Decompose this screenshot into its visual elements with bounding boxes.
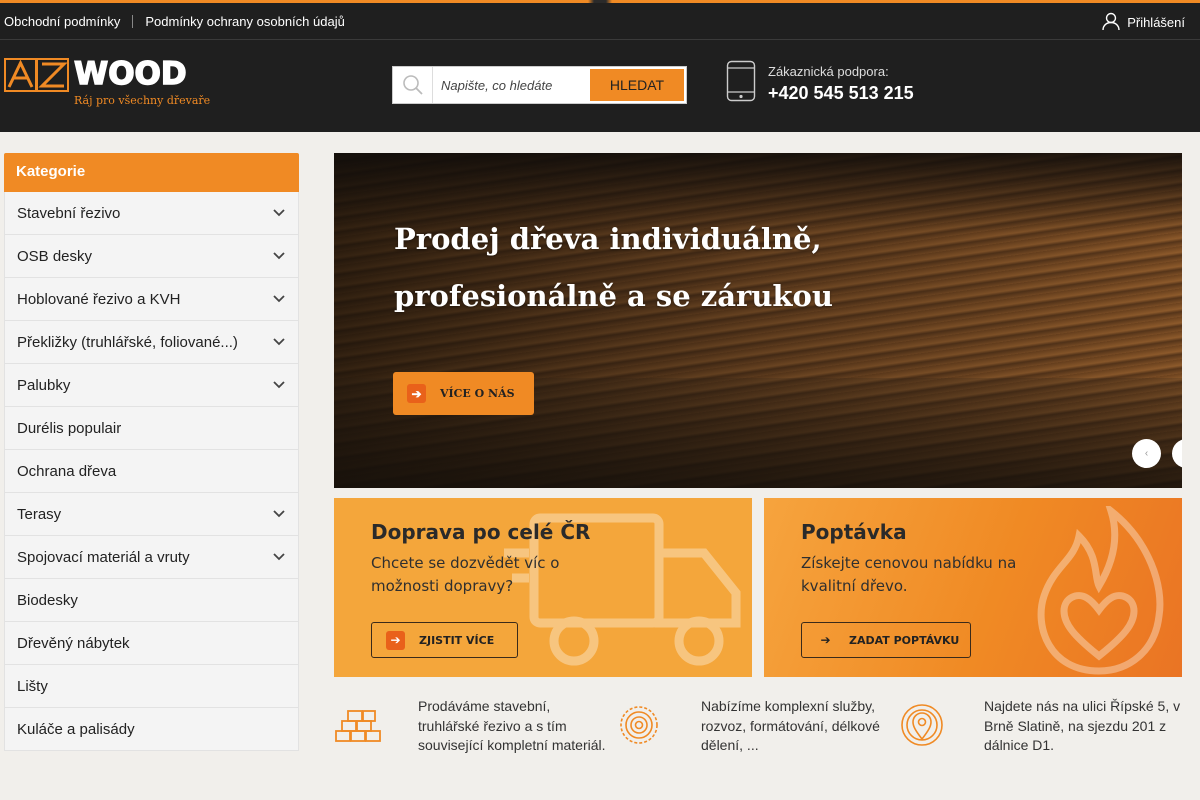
sidebar-item[interactable]: Palubky	[4, 364, 299, 407]
chevron-down-icon[interactable]	[272, 335, 286, 349]
feature-item-location: Najdete nás na ulici Řípské 5, v Brně Sl…	[900, 697, 1184, 756]
sidebar-item[interactable]: Hoblované řezivo a KVH	[4, 278, 299, 321]
sidebar-item[interactable]: Spojovací materiál a vruty	[4, 536, 299, 579]
banner-headline-line2: profesionálně a se zárukou	[394, 279, 833, 313]
top-accent-line	[0, 0, 1200, 3]
banner-headline-line1: Prodej dřeva individuálně,	[394, 222, 822, 256]
slider-prev-button[interactable]: ‹	[1132, 439, 1161, 468]
hero-banner: Prodej dřeva individuálně, profesionálně…	[334, 153, 1182, 488]
feature-item-materials: Prodáváme stavební, truhlářské řezivo a …	[334, 697, 613, 756]
sidebar-item[interactable]: Ochrana dřeva	[4, 450, 299, 493]
support-phone[interactable]: +420 545 513 215	[768, 83, 914, 104]
sidebar-item-label: Spojovací materiál a vruty	[17, 548, 190, 566]
sidebar-item[interactable]: Překližky (truhlářské, foliované...)	[4, 321, 299, 364]
phone-icon	[726, 60, 756, 107]
user-icon	[1101, 11, 1127, 34]
category-list: Stavební řezivo OSB desky Hoblované řezivo…	[4, 192, 299, 751]
about-us-label: VÍCE O NÁS	[440, 387, 515, 400]
support-label: Zákaznická podpora:	[768, 63, 889, 79]
arrow-right-icon: ➔	[820, 633, 831, 647]
sidebar-item[interactable]: Terasy	[4, 493, 299, 536]
delivery-text: Chcete se dozvědět víc o možnosti doprav…	[371, 554, 560, 595]
customer-support: Zákaznická podpora: +420 545 513 215	[726, 60, 914, 107]
sidebar-item-label: Stavební řezivo	[17, 204, 121, 222]
sidebar-item-label: Biodesky	[17, 591, 78, 609]
feature-item-services: Nabízíme komplexní služby, rozvoz, formá…	[617, 697, 896, 756]
sidebar-item[interactable]: Stavební řezivo	[4, 192, 299, 235]
chevron-down-icon[interactable]	[272, 292, 286, 306]
inquiry-text: Získejte cenovou nabídku na kvalitní dře…	[801, 554, 1017, 595]
feature-text-services: Nabízíme komplexní služby, rozvoz, formá…	[701, 698, 880, 753]
submit-inquiry-label: ZADAT POPTÁVKU	[849, 633, 960, 647]
login-label: Přihlášení	[1127, 15, 1185, 30]
inquiry-title: Poptávka	[801, 520, 907, 544]
logo-tagline: Ráj pro všechny dřevaře	[74, 94, 211, 107]
privacy-link[interactable]: Podmínky ochrany osobních údajů	[145, 14, 344, 29]
logo-wordmark: WOOD	[73, 55, 187, 93]
logo-mark	[4, 58, 70, 92]
top-bar: Obchodní podmínky Podmínky ochrany osobn…	[0, 0, 1200, 40]
sidebar-item-label: Lišty	[17, 677, 48, 695]
sidebar-item-label: Durélis populair	[17, 419, 122, 437]
sidebar-item[interactable]: OSB desky	[4, 235, 299, 278]
feature-text-materials: Prodáváme stavební, truhlářské řezivo a …	[418, 698, 606, 753]
sidebar-item[interactable]: Durélis populair	[4, 407, 299, 450]
delivery-promo[interactable]: Doprava po celé ČR Chcete se dozvědět ví…	[334, 498, 752, 677]
location-pin-icon	[900, 703, 948, 747]
submit-inquiry-button[interactable]: ➔ ZADAT POPTÁVKU	[801, 622, 971, 658]
sidebar-item[interactable]: Biodesky	[4, 579, 299, 622]
sidebar-item-label: Kuláče a palisády	[17, 720, 135, 738]
sidebar-item-label: Terasy	[17, 505, 62, 523]
chevron-down-icon[interactable]	[272, 550, 286, 564]
category-sidebar: Kategorie Stavební řezivo OSB desky Hoblov…	[4, 153, 299, 751]
arrow-right-icon: ➔	[407, 384, 426, 403]
chevron-down-icon[interactable]	[272, 507, 286, 521]
search-bar: HLEDAT	[392, 66, 687, 104]
top-links: Obchodní podmínky Podmínky ochrany osobn…	[4, 14, 345, 29]
sidebar-item-label: OSB desky	[17, 247, 93, 265]
learn-more-button[interactable]: ➔ ZJISTIT VÍCE	[371, 622, 518, 658]
site-logo[interactable]: WOOD Ráj pro všechny dřevaře	[4, 55, 210, 110]
sidebar-item-label: Hoblované řezivo a KVH	[17, 290, 181, 308]
sidebar-item-label: Překližky (truhlářské, foliované...)	[17, 333, 238, 351]
arrow-right-icon: ➔	[386, 630, 405, 650]
tree-rings-icon	[617, 703, 665, 747]
sidebar-title: Kategorie	[4, 153, 299, 192]
link-divider	[132, 15, 134, 28]
search-icon	[393, 67, 433, 103]
terms-link[interactable]: Obchodní podmínky	[4, 14, 120, 29]
sidebar-item-label: Palubky	[17, 376, 71, 394]
search-button[interactable]: HLEDAT	[590, 69, 684, 101]
lumber-stack-icon	[334, 703, 382, 747]
learn-more-label: ZJISTIT VÍCE	[419, 633, 495, 647]
sidebar-item[interactable]: Lišty	[4, 665, 299, 708]
sidebar-item-label: Dřevěný nábytek	[17, 634, 130, 652]
sidebar-item[interactable]: Dřevěný nábytek	[4, 622, 299, 665]
chevron-down-icon[interactable]	[272, 206, 286, 220]
sidebar-item[interactable]: Kuláče a palisády	[4, 708, 299, 751]
sidebar-item-label: Ochrana dřeva	[17, 462, 117, 480]
chevron-down-icon[interactable]	[272, 249, 286, 263]
site-header: WOOD Ráj pro všechny dřevaře HLEDAT Záka…	[0, 40, 1200, 132]
delivery-title: Doprava po celé ČR	[371, 520, 591, 544]
feature-text-location: Najdete nás na ulici Řípské 5, v Brně Sl…	[984, 698, 1181, 753]
banner-headline: Prodej dřeva individuálně, profesionálně…	[394, 211, 833, 325]
search-input[interactable]	[433, 77, 588, 93]
login-link[interactable]: Přihlášení	[1101, 11, 1185, 34]
chevron-down-icon[interactable]	[272, 378, 286, 392]
about-us-button[interactable]: ➔ VÍCE O NÁS	[393, 372, 534, 415]
inquiry-promo[interactable]: Poptávka Získejte cenovou nabídku na kva…	[764, 498, 1182, 677]
